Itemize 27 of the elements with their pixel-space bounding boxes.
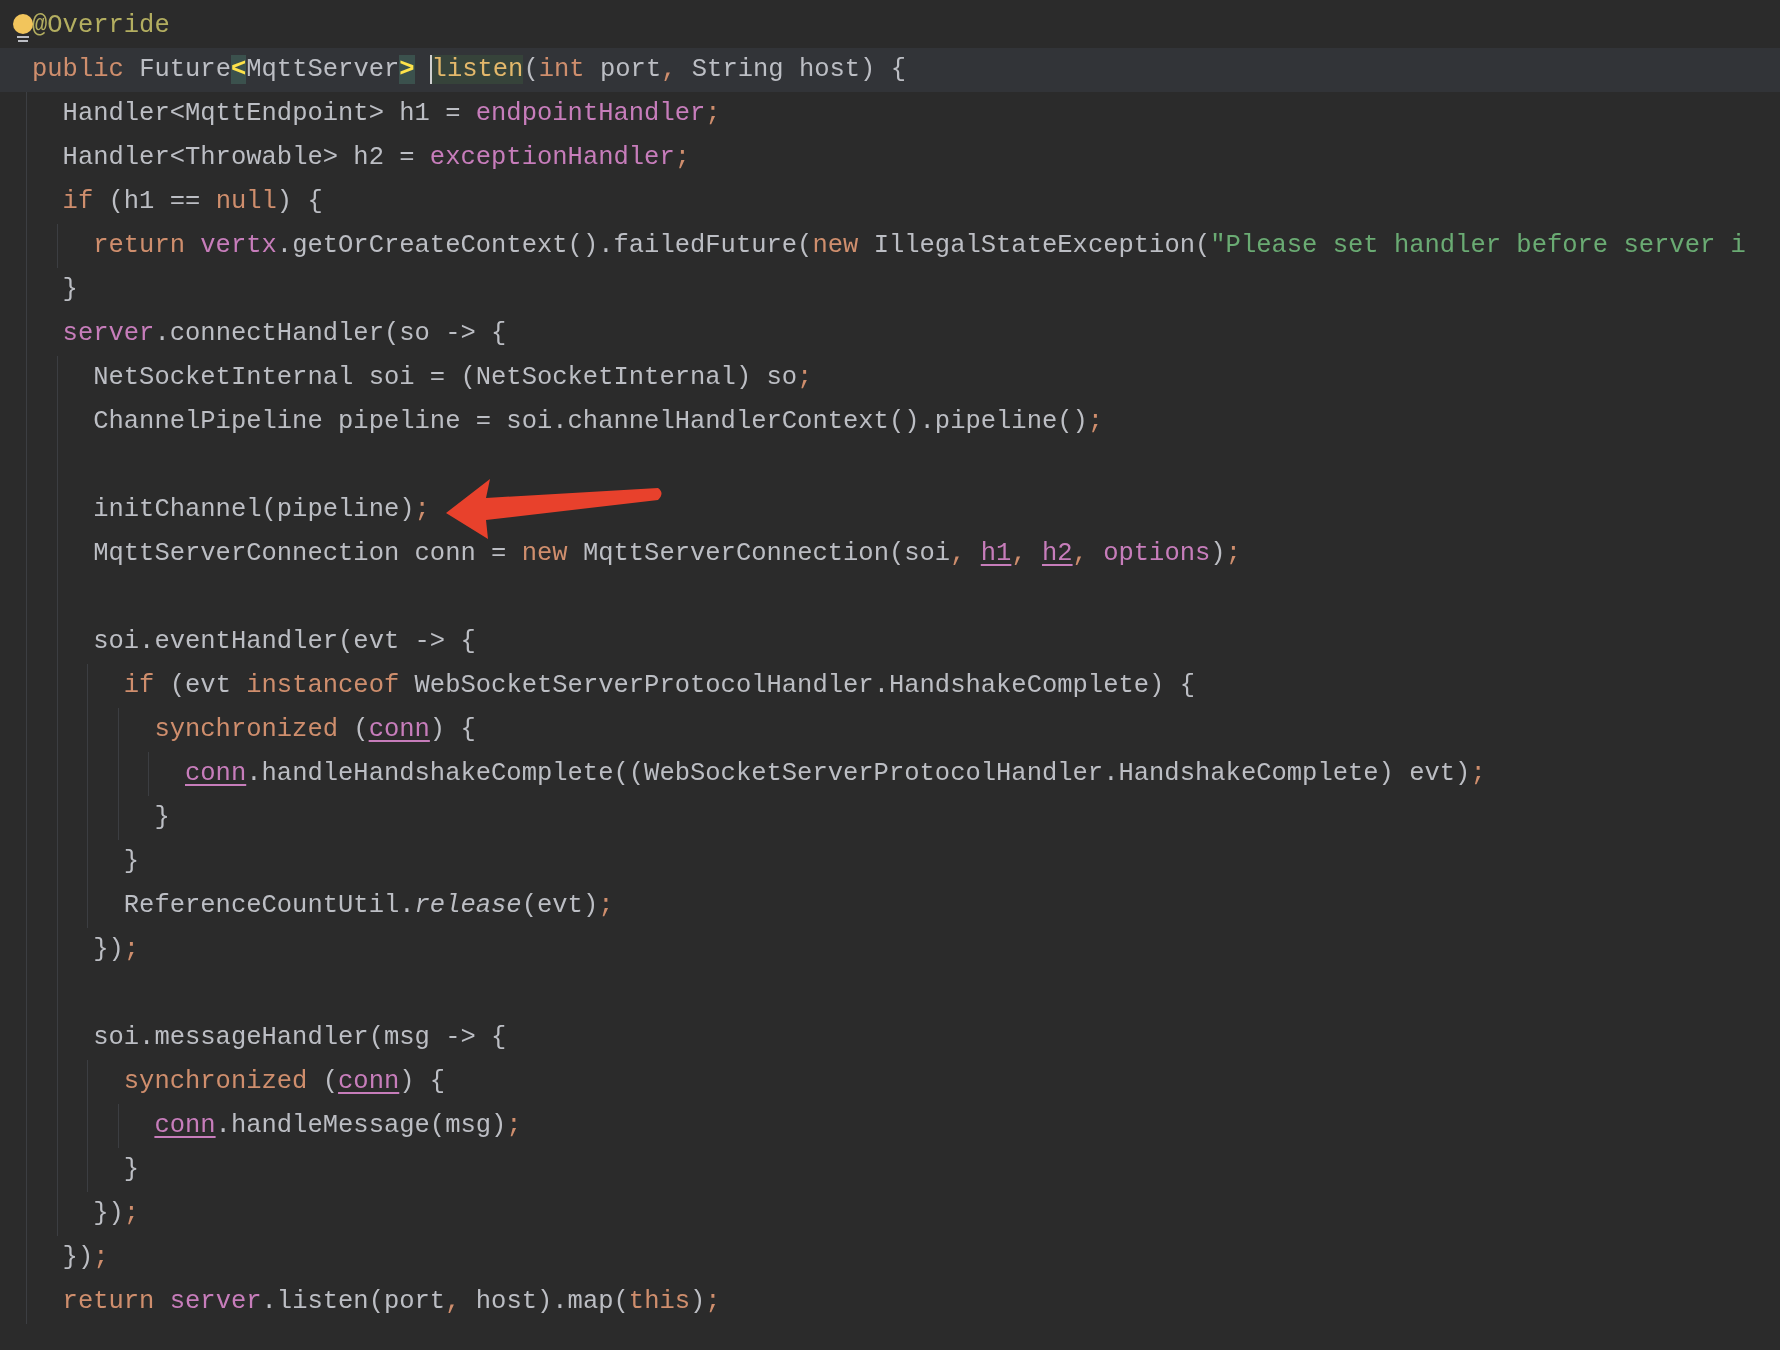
code-line: conn.handleMessage(msg); bbox=[154, 1110, 522, 1142]
code-line: initChannel(pipeline); bbox=[93, 494, 430, 526]
code-line: }); bbox=[62, 1242, 109, 1274]
code-line: NetSocketInternal soi = (NetSocketInternal) so; bbox=[93, 362, 813, 394]
code-line: public Future<MqttServer> listen(int port, String host) { bbox=[32, 54, 907, 86]
code-line: Handler<Throwable> h2 = exceptionHandler; bbox=[62, 142, 690, 174]
code-line: } bbox=[154, 802, 170, 834]
code-line: } bbox=[62, 274, 78, 306]
code-line: synchronized (conn) { bbox=[154, 714, 476, 746]
code-line: MqttServerConnection conn = new MqttServerConnection(soi, h1, h2, options); bbox=[93, 538, 1241, 570]
code-line: }); bbox=[93, 934, 140, 966]
code-line: Handler<MqttEndpoint> h1 = endpointHandler; bbox=[62, 98, 721, 130]
code-line: server.connectHandler(so -> { bbox=[62, 318, 507, 350]
code-line: return server.listen(port, host).map(this); bbox=[62, 1286, 721, 1318]
code-line: ChannelPipeline pipeline = soi.channelHandlerContext().pipeline(); bbox=[93, 406, 1104, 438]
code-line: if (h1 == null) { bbox=[62, 186, 323, 218]
code-line: ReferenceCountUtil.release(evt); bbox=[123, 890, 614, 922]
code-line: if (evt instanceof WebSocketServerProtocolHandler.HandshakeComplete) { bbox=[123, 670, 1195, 702]
code-line: }); bbox=[93, 1198, 140, 1230]
code-line: conn.handleHandshakeComplete((WebSocketServerProtocolHandler.HandshakeComplete) evt); bbox=[185, 758, 1486, 790]
code-line: @Override bbox=[32, 10, 170, 42]
code-line: soi.eventHandler(evt -> { bbox=[93, 626, 476, 658]
code-line: } bbox=[123, 846, 140, 878]
code-line: return vertx.getOrCreateContext().failedFuture(new IllegalStateException("Please set handler before server i bbox=[93, 230, 1746, 262]
code-line: soi.messageHandler(msg -> { bbox=[93, 1022, 507, 1054]
code-line: synchronized (conn) { bbox=[123, 1066, 446, 1098]
code-line: } bbox=[123, 1154, 140, 1186]
